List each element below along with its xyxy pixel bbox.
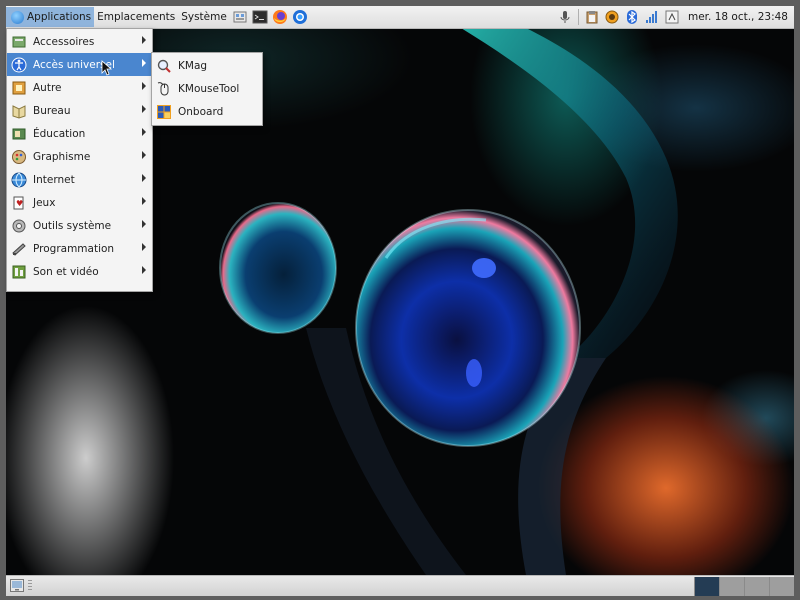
submenu-arrow-icon <box>142 128 146 136</box>
submenu-item-label: KMouseTool <box>178 82 240 95</box>
thunderbird-icon <box>292 10 307 24</box>
system-menu-button[interactable]: Système <box>178 7 230 27</box>
menu-item-internet[interactable]: Internet <box>7 168 152 191</box>
menu-item-label: Son et vidéo <box>33 265 99 278</box>
programming-icon <box>11 241 27 257</box>
clock[interactable]: mer. 18 oct., 23:48 <box>682 11 794 23</box>
workspace-switcher <box>694 577 794 596</box>
submenu-item-onboard[interactable]: Onboard <box>152 100 262 123</box>
top-panel: Applications Emplacements Système mer. 1… <box>6 6 794 29</box>
menu-item-label: Bureau <box>33 104 71 117</box>
menu-item-label: Autre <box>33 81 62 94</box>
graphics-icon <box>11 149 27 165</box>
submenu-arrow-icon <box>142 82 146 90</box>
applications-menu-button[interactable]: Applications <box>6 7 95 27</box>
system-tools-icon <box>11 218 27 234</box>
workspace-3[interactable] <box>744 577 769 596</box>
applications-menu: Accessoires Accès universel Autre Bureau… <box>6 28 153 292</box>
tray-separator <box>577 9 579 25</box>
menu-item-accessoires[interactable]: Accessoires <box>7 30 152 53</box>
file-manager-icon <box>233 11 247 23</box>
system-menu-label: Système <box>181 11 227 23</box>
accessibility-icon <box>11 57 27 73</box>
menu-item-label: Jeux <box>33 196 56 209</box>
accessories-icon <box>11 34 27 50</box>
terminal-launcher[interactable] <box>251 8 269 26</box>
submenu-arrow-icon <box>142 36 146 44</box>
submenu-arrow-icon <box>142 243 146 251</box>
submenu-item-kmag[interactable]: KMag <box>152 54 262 77</box>
file-manager-launcher[interactable] <box>231 8 249 26</box>
mouse-cursor-icon <box>101 60 113 76</box>
submenu-arrow-icon <box>142 105 146 113</box>
firefox-launcher[interactable] <box>271 8 289 26</box>
accessibility-submenu: KMag KMouseTool Onboard <box>151 52 263 126</box>
workspace-1[interactable] <box>694 577 719 596</box>
network-signal-icon <box>645 11 657 23</box>
submenu-item-label: Onboard <box>178 105 224 118</box>
submenu-item-kmousetool[interactable]: KMouseTool <box>152 77 262 100</box>
education-icon <box>11 126 27 142</box>
clipboard-tray-item[interactable] <box>584 9 600 25</box>
menu-item-label: Éducation <box>33 127 86 140</box>
menu-item-graphisme[interactable]: Graphisme <box>7 145 152 168</box>
menu-item-label: Internet <box>33 173 75 186</box>
submenu-arrow-icon <box>142 59 146 67</box>
menu-item-label: Graphisme <box>33 150 91 163</box>
office-icon <box>11 103 27 119</box>
workspace-2[interactable] <box>719 577 744 596</box>
show-desktop-icon[interactable] <box>10 579 24 592</box>
workspace-4[interactable] <box>769 577 794 596</box>
onboard-icon <box>156 104 172 120</box>
thunderbird-launcher[interactable] <box>291 8 309 26</box>
other-icon <box>11 80 27 96</box>
network-tray-item[interactable] <box>644 9 660 25</box>
user-switch-icon <box>665 10 679 24</box>
applications-menu-label: Applications <box>27 11 92 23</box>
menu-item-outils-systeme[interactable]: Outils système <box>7 214 152 237</box>
firefox-icon <box>272 10 287 24</box>
submenu-arrow-icon <box>142 266 146 274</box>
menu-item-programmation[interactable]: Programmation <box>7 237 152 260</box>
submenu-arrow-icon <box>142 174 146 182</box>
places-menu-button[interactable]: Emplacements <box>94 7 178 27</box>
internet-icon <box>11 172 27 188</box>
menu-item-acces-universel[interactable]: Accès universel <box>7 53 152 76</box>
menu-item-label: Accessoires <box>33 35 95 48</box>
sound-video-icon <box>11 264 27 280</box>
bluetooth-icon <box>626 10 637 24</box>
kmag-icon <box>156 58 172 74</box>
submenu-arrow-icon <box>142 151 146 159</box>
submenu-arrow-icon <box>142 220 146 228</box>
package-updates-icon <box>605 10 619 24</box>
svg-text:♥: ♥ <box>16 199 23 208</box>
menu-item-son-et-video[interactable]: Son et vidéo <box>7 260 152 283</box>
system-tray: mer. 18 oct., 23:48 <box>555 6 794 28</box>
menu-item-label: Programmation <box>33 242 115 255</box>
microphone-tray-item[interactable] <box>557 9 573 25</box>
menu-item-autre[interactable]: Autre <box>7 76 152 99</box>
menu-item-bureau[interactable]: Bureau <box>7 99 152 122</box>
panel-grip-handle[interactable] <box>28 580 32 592</box>
submenu-arrow-icon <box>142 197 146 205</box>
applications-logo-icon <box>11 10 24 24</box>
clipboard-icon <box>586 11 598 24</box>
menu-item-jeux[interactable]: ♥ Jeux <box>7 191 152 214</box>
bluetooth-tray-item[interactable] <box>624 9 640 25</box>
kmousetool-icon <box>156 81 172 97</box>
updates-tray-item[interactable] <box>604 9 620 25</box>
bottom-panel <box>6 575 794 596</box>
user-switch-tray-item[interactable] <box>664 9 680 25</box>
places-menu-label: Emplacements <box>97 11 176 23</box>
submenu-item-label: KMag <box>178 59 208 72</box>
microphone-icon <box>560 11 570 23</box>
terminal-icon <box>252 10 268 24</box>
menu-item-label: Outils système <box>33 219 112 232</box>
menu-item-education[interactable]: Éducation <box>7 122 152 145</box>
games-icon: ♥ <box>11 195 27 211</box>
